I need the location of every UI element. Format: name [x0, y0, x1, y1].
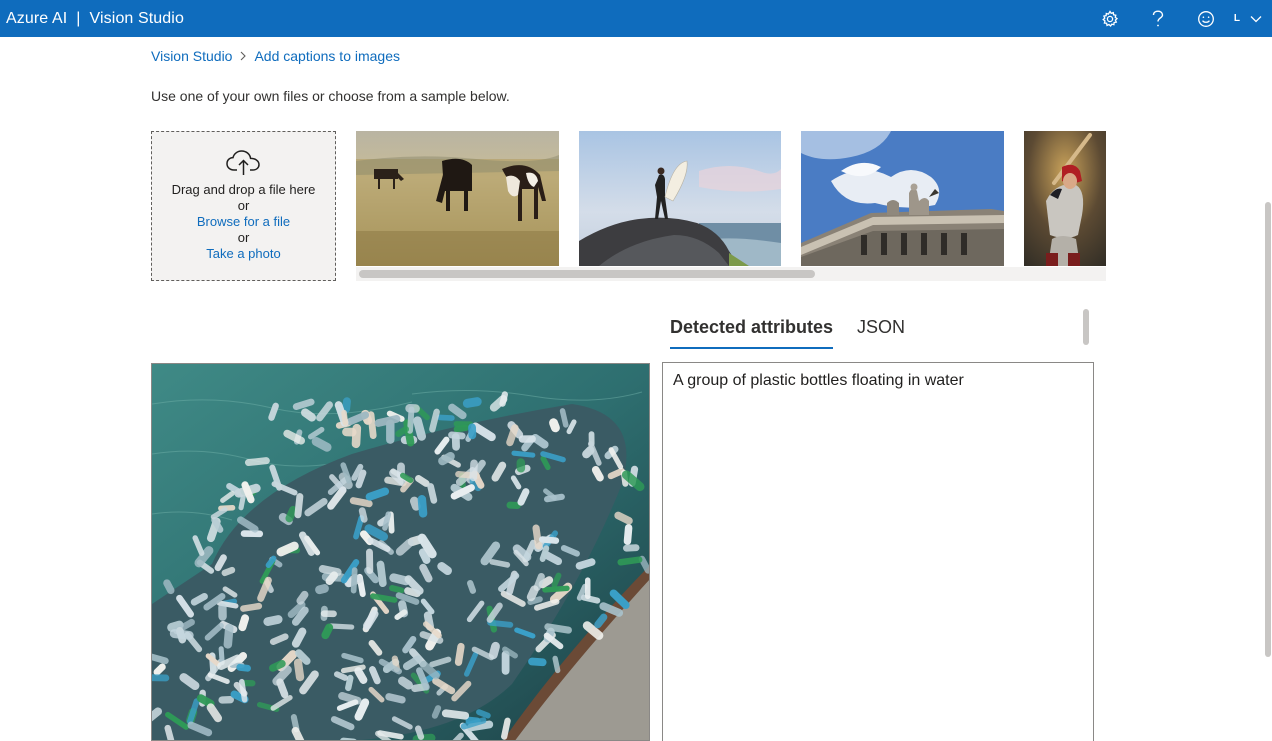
result-tabs: Detected attributes JSON [662, 305, 913, 349]
dropzone-or-1: or [237, 198, 250, 213]
bottle-shape [468, 423, 477, 440]
product-name: Vision Studio [89, 9, 184, 27]
bottle-shape [436, 414, 455, 421]
analyzed-image [151, 363, 650, 741]
browse-file-link[interactable]: Browse for a file [152, 214, 335, 230]
sample-gallery [356, 131, 1106, 281]
tab-json[interactable]: JSON [849, 305, 913, 349]
account-menu[interactable]: L [1234, 10, 1262, 28]
gallery-scrollbar[interactable] [356, 267, 1106, 281]
cloud-upload-icon [152, 149, 335, 177]
breadcrumb-add-captions[interactable]: Add captions to images [254, 48, 400, 64]
tabs-scrollbar-thumb[interactable] [1083, 309, 1089, 345]
bottle-shape [469, 459, 478, 482]
account-initial: L [1233, 13, 1240, 24]
top-bar: Azure AI | Vision Studio L [0, 0, 1272, 37]
caption-result-panel: A group of plastic bottles floating in w… [662, 362, 1094, 741]
top-icons: L [1086, 0, 1272, 37]
bottle-shape [152, 674, 170, 682]
sample-image-surfer[interactable] [579, 131, 781, 266]
bottle-shape [516, 458, 526, 473]
breadcrumb: Vision Studio Add captions to images [151, 48, 400, 64]
page-scrollbar[interactable] [1262, 37, 1272, 741]
dropzone-or-2: or [237, 230, 250, 245]
chevron-down-icon [1250, 10, 1262, 28]
bottle-shape [218, 603, 227, 621]
gallery-scrollbar-thumb[interactable] [359, 270, 815, 278]
bottle-shape [320, 610, 337, 618]
bottle-shape [623, 544, 640, 552]
dropzone-drag-text: Drag and drop a file here [171, 182, 316, 197]
sample-image-statues[interactable] [801, 131, 1004, 266]
help-icon[interactable] [1134, 0, 1182, 37]
brand-name: Azure AI [6, 9, 68, 27]
file-dropzone[interactable]: Drag and drop a file here or Browse for … [151, 131, 336, 281]
chevron-right-icon [240, 51, 247, 61]
bottle-shape [584, 577, 591, 600]
bottle-shape [518, 435, 536, 443]
sample-image-baseball[interactable] [1024, 131, 1106, 266]
bottle-shape [366, 548, 374, 574]
sample-image-cows[interactable] [356, 131, 559, 266]
caption-text: A group of plastic bottles floating in w… [673, 372, 964, 389]
take-photo-link[interactable]: Take a photo [152, 246, 335, 262]
brand-separator: | [76, 9, 81, 27]
page-scrollbar-thumb[interactable] [1265, 202, 1271, 657]
brand[interactable]: Azure AI | Vision Studio [6, 0, 184, 37]
instruction-text: Use one of your own files or choose from… [151, 88, 510, 104]
bottle-shape [342, 427, 357, 437]
breadcrumb-vision-studio[interactable]: Vision Studio [151, 48, 232, 64]
feedback-icon[interactable] [1182, 0, 1230, 37]
tabs-scrollbar[interactable] [1080, 305, 1094, 349]
settings-icon[interactable] [1086, 0, 1134, 37]
bottle-shape [528, 657, 547, 667]
bottle-shape [451, 433, 460, 451]
tab-detected-attributes[interactable]: Detected attributes [662, 305, 841, 349]
